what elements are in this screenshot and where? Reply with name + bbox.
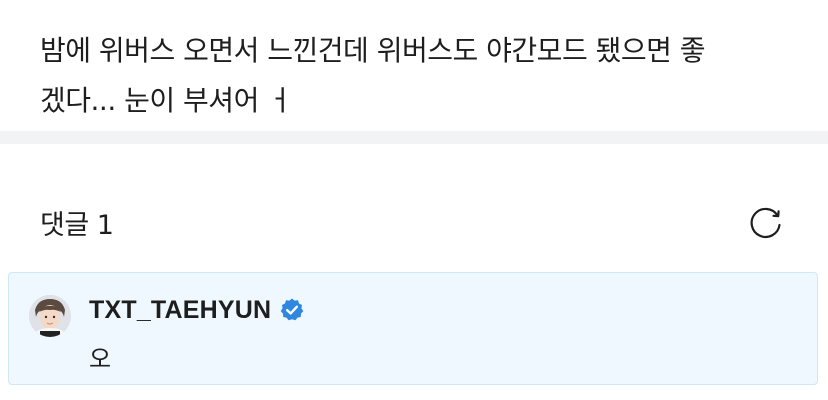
comment-author[interactable]: TXT_TAEHYUN (89, 293, 305, 327)
comments-title: 댓글 1 (40, 203, 114, 242)
post-text-line: 밤에 위버스 오면서 느낀건데 위버스도 야간모드 됐으면 좋 (40, 34, 706, 67)
post-body: 밤에 위버스 오면서 느낀건데 위버스도 야간모드 됐으면 좋 겠다... 눈이… (40, 26, 800, 126)
author-name[interactable]: TXT_TAEHYUN (89, 296, 271, 325)
verified-badge-icon (281, 298, 304, 321)
comment-text: 오 (89, 345, 112, 373)
refresh-button[interactable] (744, 200, 788, 244)
avatar-image (29, 295, 71, 337)
comments-header: 댓글 1 (40, 200, 788, 244)
post-detail-page: 밤에 위버스 오면서 느낀건데 위버스도 야간모드 됐으면 좋 겠다... 눈이… (0, 0, 828, 400)
post-text-line: 겠다... 눈이 부셔어 ㅓ (40, 84, 293, 117)
comments-title-label: 댓글 (40, 209, 89, 241)
comments-count: 1 (96, 209, 114, 241)
section-divider (0, 131, 828, 144)
avatar[interactable] (29, 295, 71, 337)
refresh-icon (750, 207, 781, 239)
comment-item[interactable]: TXT_TAEHYUN 오 (8, 272, 818, 385)
